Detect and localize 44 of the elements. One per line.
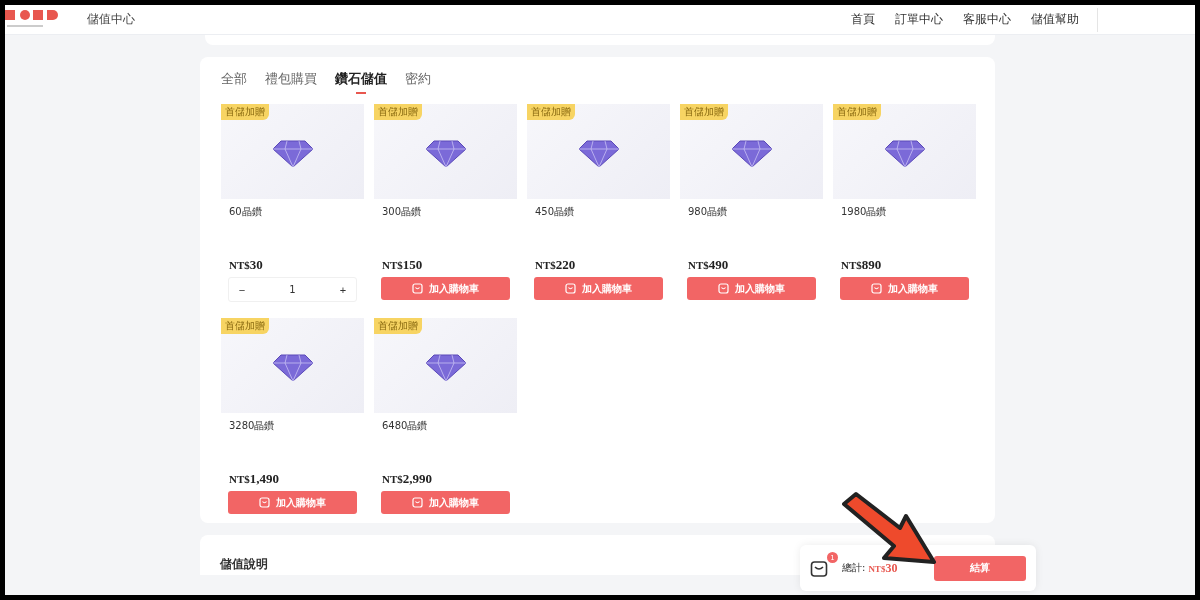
nav-link[interactable]: 訂單中心 — [885, 12, 953, 27]
product-price: NT$490 — [688, 257, 730, 273]
promo-badge: 首儲加贈 — [680, 104, 728, 120]
plus-button[interactable]: + — [330, 282, 356, 297]
product-name: 300晶鑽 — [382, 205, 423, 219]
product-price: NT$890 — [841, 257, 883, 273]
cart-icon[interactable] — [810, 560, 828, 578]
cart-icon — [259, 497, 270, 508]
cart-icon — [412, 497, 423, 508]
product-name: 3280晶鑽 — [229, 419, 276, 433]
product-price: NT$1,490 — [229, 471, 281, 487]
category-tab[interactable]: 鑽石儲值 — [335, 71, 387, 94]
product-price: NT$150 — [382, 257, 424, 273]
product-price: NT$30 — [229, 257, 264, 273]
product-name: 6480晶鑽 — [382, 419, 429, 433]
nav-link[interactable]: 儲值幫助 — [1021, 12, 1089, 27]
product-price: NT$2,990 — [382, 471, 434, 487]
promo-badge: 首儲加贈 — [374, 104, 422, 120]
category-tab[interactable]: 全部 — [221, 71, 247, 94]
cart-icon — [412, 283, 423, 294]
promo-badge: 首儲加贈 — [527, 104, 575, 120]
quantity-value: 1 — [289, 284, 296, 295]
nav-link[interactable]: 首頁 — [841, 12, 885, 27]
site-title: 儲值中心 — [87, 11, 135, 28]
cart-icon — [718, 283, 729, 294]
quantity-stepper[interactable]: − 1 + — [228, 277, 357, 302]
product-name: 980晶鑽 — [688, 205, 729, 219]
section-title: 儲值說明 — [220, 557, 268, 571]
product-name: 450晶鑽 — [535, 205, 576, 219]
nav-link[interactable]: 客服中心 — [953, 12, 1021, 27]
promo-badge: 首儲加贈 — [221, 318, 269, 334]
product-name: 1980晶鑽 — [841, 205, 888, 219]
promo-badge: 首儲加贈 — [221, 104, 269, 120]
promo-badge: 首儲加贈 — [833, 104, 881, 120]
total-label: 總計: — [842, 561, 866, 575]
cart-icon — [565, 283, 576, 294]
category-tab[interactable]: 禮包購買 — [265, 71, 317, 94]
category-tab[interactable]: 密約 — [405, 71, 431, 94]
total-amount: NT$30 — [868, 560, 898, 576]
product-price: NT$220 — [535, 257, 577, 273]
product-name: 60晶鑽 — [229, 205, 263, 219]
minus-button[interactable]: − — [229, 282, 255, 297]
cart-icon — [871, 283, 882, 294]
promo-badge: 首儲加贈 — [374, 318, 422, 334]
